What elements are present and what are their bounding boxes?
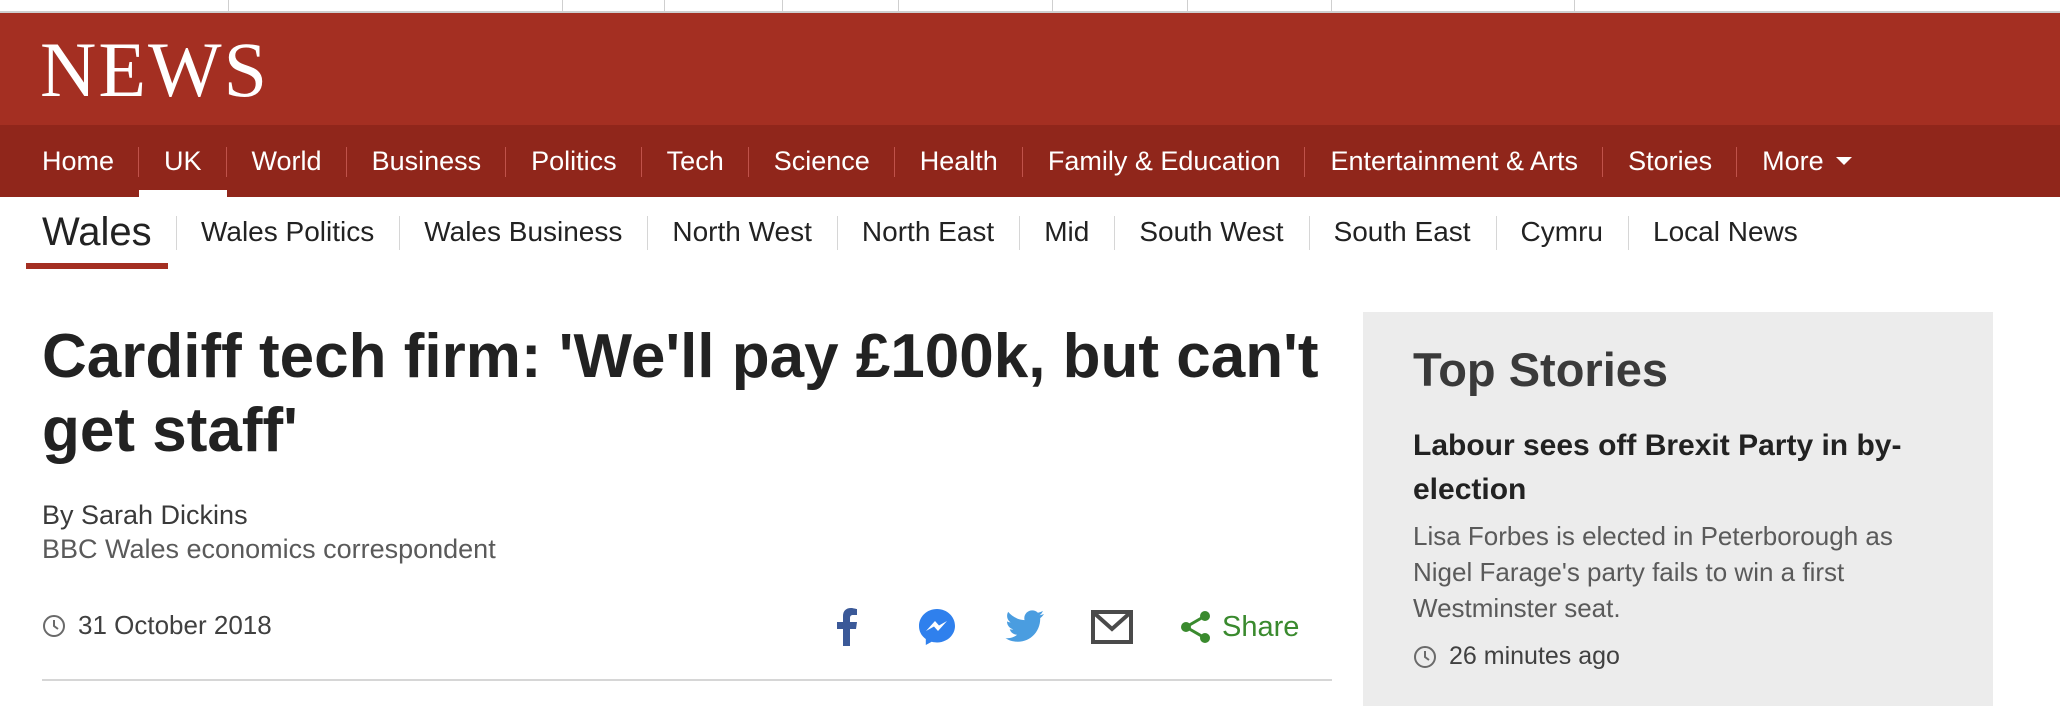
nav-item-science[interactable]: Science xyxy=(749,125,895,197)
nav-item-world[interactable]: World xyxy=(227,125,347,197)
subnav-item-south-east[interactable]: South East xyxy=(1308,212,1496,252)
news-logo[interactable]: NEWS xyxy=(40,31,269,109)
facebook-icon[interactable] xyxy=(824,604,870,650)
strip-divider xyxy=(562,0,563,13)
secondary-nav-list: Wales Politics Wales Business North West… xyxy=(176,197,1823,267)
strip-divider xyxy=(228,0,229,13)
subnav-item-north-east[interactable]: North East xyxy=(836,212,1019,252)
messenger-icon[interactable] xyxy=(914,604,960,650)
subnav-item-wales-politics[interactable]: Wales Politics xyxy=(176,212,399,252)
nav-item-label: More xyxy=(1762,145,1824,176)
subnav-item-local-news[interactable]: Local News xyxy=(1628,212,1823,252)
article-date: 31 October 2018 xyxy=(42,610,272,641)
nav-item-health[interactable]: Health xyxy=(895,125,1023,197)
share-button[interactable]: Share xyxy=(1180,604,1299,650)
nav-item-family-education[interactable]: Family & Education xyxy=(1023,125,1306,197)
top-stories-panel: Top Stories Labour sees off Brexit Party… xyxy=(1363,312,1993,706)
top-story-headline[interactable]: Labour sees off Brexit Party in by-elect… xyxy=(1413,424,1953,512)
strip-divider xyxy=(1187,0,1188,13)
top-story-time-text: 26 minutes ago xyxy=(1449,642,1620,670)
secondary-nav: Wales Wales Politics Wales Business Nort… xyxy=(0,197,2060,272)
nav-item-entertainment-arts[interactable]: Entertainment & Arts xyxy=(1305,125,1604,197)
twitter-icon[interactable] xyxy=(1002,604,1048,650)
nav-item-stories[interactable]: Stories xyxy=(1603,125,1738,197)
masthead: NEWS xyxy=(0,13,2060,125)
clock-icon xyxy=(1414,645,1436,668)
nav-item-politics[interactable]: Politics xyxy=(506,125,642,197)
nav-item-tech[interactable]: Tech xyxy=(642,125,749,197)
byline-role: BBC Wales economics correspondent xyxy=(42,534,496,564)
article-headline: Cardiff tech firm: 'We'll pay £100k, but… xyxy=(42,322,1319,465)
nav-item-label: Business xyxy=(371,145,482,176)
nav-item-label: UK xyxy=(164,145,202,176)
top-story-timestamp: 26 minutes ago xyxy=(1413,642,1620,671)
subnav-item-mid[interactable]: Mid xyxy=(1019,212,1114,252)
article-divider xyxy=(42,679,1332,681)
subnav-section-wales[interactable]: Wales xyxy=(26,197,168,269)
subnav-item-north-west[interactable]: North West xyxy=(647,212,837,252)
strip-divider xyxy=(1052,0,1053,13)
nav-item-label: Tech xyxy=(666,145,724,176)
nav-item-label: World xyxy=(251,145,322,176)
primary-nav: Home UK World Business Politics Tech Sci… xyxy=(0,125,2060,197)
strip-divider xyxy=(1574,0,1575,13)
subnav-item-south-west[interactable]: South West xyxy=(1114,212,1308,252)
nav-item-label: Politics xyxy=(531,145,617,176)
nav-item-uk[interactable]: UK xyxy=(139,125,227,197)
nav-item-more[interactable]: More xyxy=(1737,125,1877,197)
nav-item-label: Health xyxy=(919,145,998,176)
strip-divider xyxy=(782,0,783,13)
nav-item-business[interactable]: Business xyxy=(347,125,507,197)
share-label: Share xyxy=(1222,610,1300,643)
chevron-down-icon xyxy=(1835,157,1852,165)
nav-item-label: Family & Education xyxy=(1047,145,1281,176)
top-stories-title: Top Stories xyxy=(1413,343,1669,396)
subnav-item-wales-business[interactable]: Wales Business xyxy=(399,212,647,252)
article-date-text: 31 October 2018 xyxy=(78,610,272,640)
nav-item-home[interactable]: Home xyxy=(0,125,140,197)
nav-item-label: Stories xyxy=(1628,145,1713,176)
strip-divider xyxy=(1331,0,1332,13)
email-icon[interactable] xyxy=(1089,604,1135,650)
strip-divider xyxy=(664,0,665,13)
nav-item-label: Entertainment & Arts xyxy=(1330,145,1579,176)
nav-item-label: Science xyxy=(773,145,870,176)
top-story-summary: Lisa Forbes is elected in Peterborough a… xyxy=(1413,521,1893,623)
strip-divider xyxy=(898,0,899,13)
share-icon xyxy=(1181,611,1210,643)
subnav-item-cymru[interactable]: Cymru xyxy=(1495,212,1628,252)
primary-nav-list: Home UK World Business Politics Tech Sci… xyxy=(0,125,1877,197)
clock-icon xyxy=(43,614,65,637)
nav-item-label: Home xyxy=(42,145,115,176)
browser-top-strip xyxy=(0,0,2060,13)
byline-author: By Sarah Dickins xyxy=(42,500,248,530)
